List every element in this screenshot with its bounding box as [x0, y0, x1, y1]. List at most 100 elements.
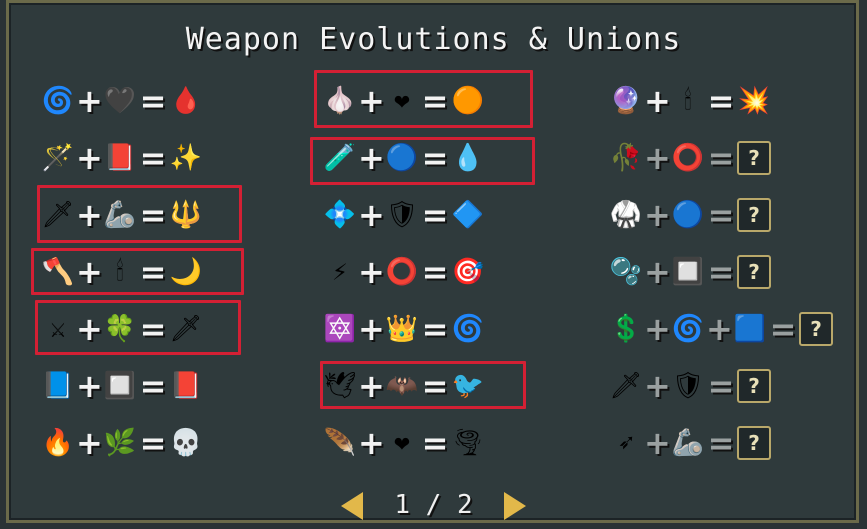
gatti-amari-icon[interactable]: 🔮	[608, 83, 644, 119]
gorgeous-moon-icon[interactable]: 🌀	[450, 311, 486, 347]
empty-tome-icon[interactable]: 📕	[102, 140, 138, 176]
plus-sign: +	[358, 423, 385, 462]
recipe-row: 🪄 + 📕 = ✨	[40, 129, 204, 186]
next-page-arrow-icon[interactable]	[504, 491, 527, 520]
recipe-row: ➶ + 🦾 =?	[608, 414, 834, 471]
armor-icon[interactable]: 🛡	[384, 197, 420, 233]
unknown-icon[interactable]: ?	[736, 254, 772, 290]
unholy-vespers-icon[interactable]: 📕	[168, 368, 204, 404]
celestial-dusting-icon[interactable]: 🟦	[732, 311, 768, 347]
whip-icon[interactable]: 🌀	[40, 83, 76, 119]
recipe-row: 📘 + 🔲 = 📕	[40, 357, 204, 414]
recipe-row: 🔥 + 🌿 = 💀	[40, 414, 204, 471]
skull-omaniac-icon[interactable]: ❤	[384, 425, 420, 461]
unknown-icon[interactable]: ?	[736, 140, 772, 176]
spinach-icon[interactable]: 🌿	[102, 425, 138, 461]
spellbinder-icon[interactable]: 🔲	[670, 254, 706, 290]
plus-sign: +	[706, 309, 733, 348]
recipe-row: 🔯 + 👑 = 🌀	[322, 300, 486, 357]
duplicator-icon[interactable]: ⭕	[384, 254, 420, 290]
equals-sign: =	[707, 423, 735, 462]
equals-sign: =	[139, 366, 167, 405]
evolution-column-2: 🧄 + ❤ = 🟠 🧪 + 🔵 = 💧 💠 + 🛡 = 🔷 ⚡ + ⭕ = 🎯 🔯 + 👑 = 🌀 🕊 + 🦇 = 🐦 🪶 + ❤ = 🌪	[322, 72, 486, 471]
plus-sign: +	[644, 81, 671, 120]
total-pages: 2	[456, 490, 473, 520]
current-page: 1	[394, 490, 411, 520]
runetracer-icon[interactable]: 💠	[322, 197, 358, 233]
plus-sign: +	[76, 366, 103, 405]
hollow-heart-icon[interactable]: 🖤	[102, 83, 138, 119]
bloody-tear-icon[interactable]: 🩸	[168, 83, 204, 119]
unknown-icon: ?	[737, 140, 771, 175]
recipe-row: 💲 + 🌀 + 🟦 =?	[608, 300, 834, 357]
clock-lancet-icon[interactable]: 🥀	[608, 140, 644, 176]
plus-sign: +	[644, 138, 671, 177]
previous-page-arrow-icon[interactable]	[340, 491, 363, 520]
recipe-row: 🫧 + 🔲 =?	[608, 243, 834, 300]
stone-mask-icon[interactable]: 🕯	[670, 83, 706, 119]
attractorb-icon[interactable]: 🔵	[670, 197, 706, 233]
equals-sign: =	[421, 423, 449, 462]
plus-sign: +	[76, 138, 103, 177]
equals-sign: =	[707, 138, 735, 177]
equals-sign: =	[139, 138, 167, 177]
fire-wand-icon[interactable]: 🔥	[40, 425, 76, 461]
carrello-icon[interactable]: 🌀	[670, 311, 706, 347]
highlight-box	[31, 248, 244, 295]
king-bible-icon[interactable]: 📘	[40, 368, 76, 404]
song-of-mana-icon[interactable]: 🪶	[322, 425, 358, 461]
bracer-icon[interactable]: 🦾	[670, 425, 706, 461]
equals-sign: =	[421, 195, 449, 234]
plus-sign: +	[644, 309, 671, 348]
bone-icon[interactable]: 🫧	[608, 254, 644, 290]
recipe-row: ⚡ + ⭕ = 🎯	[322, 243, 486, 300]
unknown-icon: ?	[799, 311, 833, 346]
equals-sign: =	[707, 81, 735, 120]
plus-sign: +	[358, 252, 385, 291]
vicious-hunger-icon[interactable]: 💥	[736, 83, 772, 119]
plus-sign: +	[358, 309, 385, 348]
recipe-row: 🥀 + ⭕ =?	[608, 129, 834, 186]
hellfire-icon[interactable]: 💀	[168, 425, 204, 461]
equals-sign: =	[707, 252, 735, 291]
highlight-box	[37, 185, 242, 243]
mannajja-icon[interactable]: 🌪	[450, 425, 486, 461]
magic-wand-icon[interactable]: 🪄	[40, 140, 76, 176]
page-separator: /	[425, 490, 442, 520]
equals-sign: =	[707, 195, 735, 234]
no-future-icon[interactable]: 🔷	[450, 197, 486, 233]
lightning-ring-icon[interactable]: ⚡	[322, 254, 358, 290]
la-robba-icon[interactable]: 🗡	[608, 368, 644, 404]
plus-sign: +	[76, 423, 103, 462]
equals-sign: =	[421, 309, 449, 348]
recipe-row: 🥋 + 🔵 =?	[608, 186, 834, 243]
thunder-loop-icon[interactable]: 🎯	[450, 254, 486, 290]
unknown-icon[interactable]: ?	[736, 425, 772, 461]
silver-ring-icon[interactable]: ⭕	[670, 140, 706, 176]
equals-sign: =	[421, 252, 449, 291]
unknown-icon: ?	[737, 197, 771, 232]
highlight-box	[35, 300, 241, 355]
equals-sign: =	[707, 366, 735, 405]
plus-sign: +	[644, 252, 671, 291]
recipe-row: 🔮 + 🕯 = 💥	[608, 72, 834, 129]
holy-wand-icon[interactable]: ✨	[168, 140, 204, 176]
pentagram-icon[interactable]: 🔯	[322, 311, 358, 347]
crown-icon[interactable]: 👑	[384, 311, 420, 347]
plus-sign: +	[644, 195, 671, 234]
arrow-icon[interactable]: ➶	[608, 425, 644, 461]
unknown-icon[interactable]: ?	[798, 311, 834, 347]
unknown-icon[interactable]: ?	[736, 368, 772, 404]
recipe-row: 💠 + 🛡 = 🔷	[322, 186, 486, 243]
spellbinder-icon[interactable]: 🔲	[102, 368, 138, 404]
highlight-box	[320, 361, 526, 409]
pagination: 1 / 2	[0, 490, 867, 520]
armor-icon[interactable]: 🛡	[670, 368, 706, 404]
unknown-icon[interactable]: ?	[736, 197, 772, 233]
highlight-box	[314, 70, 533, 128]
cherry-bomb-icon[interactable]: 💲	[608, 311, 644, 347]
unknown-icon: ?	[737, 425, 771, 460]
unknown-icon: ?	[737, 254, 771, 289]
plus-sign: +	[76, 81, 103, 120]
laurel-icon[interactable]: 🥋	[608, 197, 644, 233]
